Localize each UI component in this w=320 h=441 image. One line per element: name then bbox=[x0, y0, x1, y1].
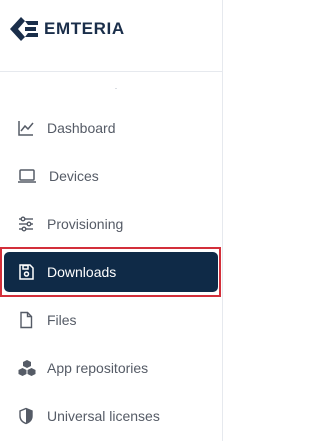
shield-icon bbox=[17, 407, 35, 425]
sidebar-item-label: Devices bbox=[49, 168, 99, 184]
floppy-disk-icon bbox=[17, 263, 35, 281]
brand-logo[interactable]: EMTERIA bbox=[9, 16, 125, 42]
file-icon bbox=[17, 311, 35, 329]
cubes-icon bbox=[17, 359, 36, 377]
sidebar-item-label: App repositories bbox=[47, 360, 149, 376]
sidebar-item-label: Universal licenses bbox=[47, 408, 160, 424]
sidebar-item-label: Downloads bbox=[47, 264, 117, 280]
sidebar-item-files[interactable]: Files bbox=[4, 300, 218, 340]
chart-line-icon bbox=[17, 119, 35, 137]
sidebar-border bbox=[222, 0, 223, 441]
scroll-indicator bbox=[115, 88, 117, 89]
sidebar-item-label: Dashboard bbox=[47, 120, 116, 136]
sidebar-item-devices[interactable]: Devices bbox=[4, 156, 218, 196]
sidebar-item-label: Files bbox=[47, 312, 77, 328]
brand-name: EMTERIA bbox=[44, 19, 125, 38]
laptop-icon bbox=[17, 167, 36, 185]
sidebar-item-downloads[interactable]: Downloads bbox=[4, 252, 218, 292]
sidebar-item-provisioning[interactable]: Provisioning bbox=[4, 204, 218, 244]
sliders-icon bbox=[17, 215, 35, 233]
sidebar-item-dashboard[interactable]: Dashboard bbox=[4, 108, 218, 148]
sidebar-item-app-repositories[interactable]: App repositories bbox=[4, 348, 218, 388]
emteria-logo-icon bbox=[9, 16, 39, 42]
sidebar-item-universal-licenses[interactable]: Universal licenses bbox=[4, 396, 218, 436]
header-divider bbox=[0, 71, 223, 72]
sidebar: EMTERIA Dashboard Devices Provisioning D… bbox=[0, 0, 223, 441]
sidebar-item-label: Provisioning bbox=[47, 216, 124, 232]
